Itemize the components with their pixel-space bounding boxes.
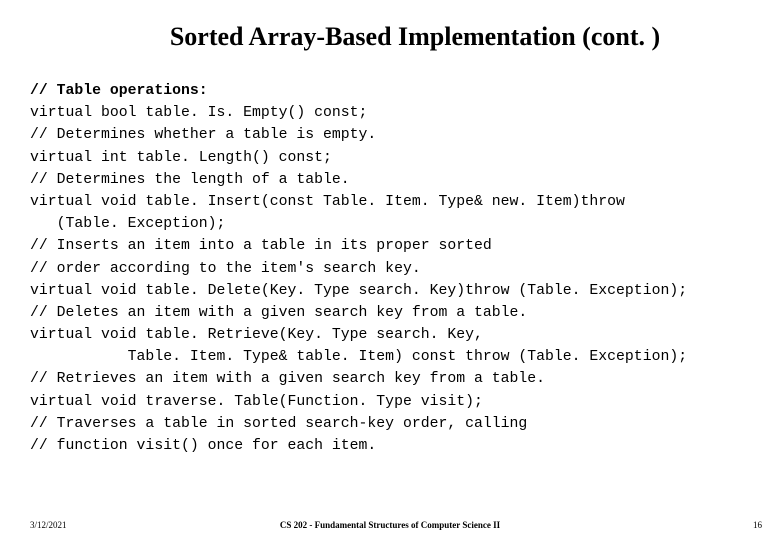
slide: Sorted Array-Based Implementation (cont.… bbox=[0, 0, 780, 540]
code-line: virtual void table. Insert(const Table. … bbox=[30, 194, 625, 210]
code-line: // Table operations: bbox=[30, 83, 208, 99]
code-line: virtual int table. Length() const; bbox=[30, 150, 332, 166]
footer-page-number: 16 bbox=[753, 520, 762, 530]
code-line: // Retrieves an item with a given search… bbox=[30, 371, 545, 387]
code-line: // Determines the length of a table. bbox=[30, 172, 350, 188]
code-line: // Deletes an item with a given search k… bbox=[30, 305, 527, 321]
code-block: // Table operations: virtual bool table.… bbox=[0, 62, 780, 457]
code-line: (Table. Exception); bbox=[30, 216, 225, 232]
code-line: // Inserts an item into a table in its p… bbox=[30, 238, 492, 254]
code-line: virtual void table. Delete(Key. Type sea… bbox=[30, 283, 687, 299]
code-line: // Traverses a table in sorted search-ke… bbox=[30, 416, 527, 432]
slide-title: Sorted Array-Based Implementation (cont.… bbox=[0, 0, 780, 62]
code-line: // order according to the item's search … bbox=[30, 261, 421, 277]
code-line: // Determines whether a table is empty. bbox=[30, 127, 376, 143]
code-line: virtual void table. Retrieve(Key. Type s… bbox=[30, 327, 483, 343]
code-line: virtual void traverse. Table(Function. T… bbox=[30, 394, 483, 410]
code-line: Table. Item. Type& table. Item) const th… bbox=[30, 349, 687, 365]
footer-course: CS 202 - Fundamental Structures of Compu… bbox=[0, 520, 780, 530]
code-line: virtual bool table. Is. Empty() const; bbox=[30, 105, 367, 121]
code-line: // function visit() once for each item. bbox=[30, 438, 376, 454]
